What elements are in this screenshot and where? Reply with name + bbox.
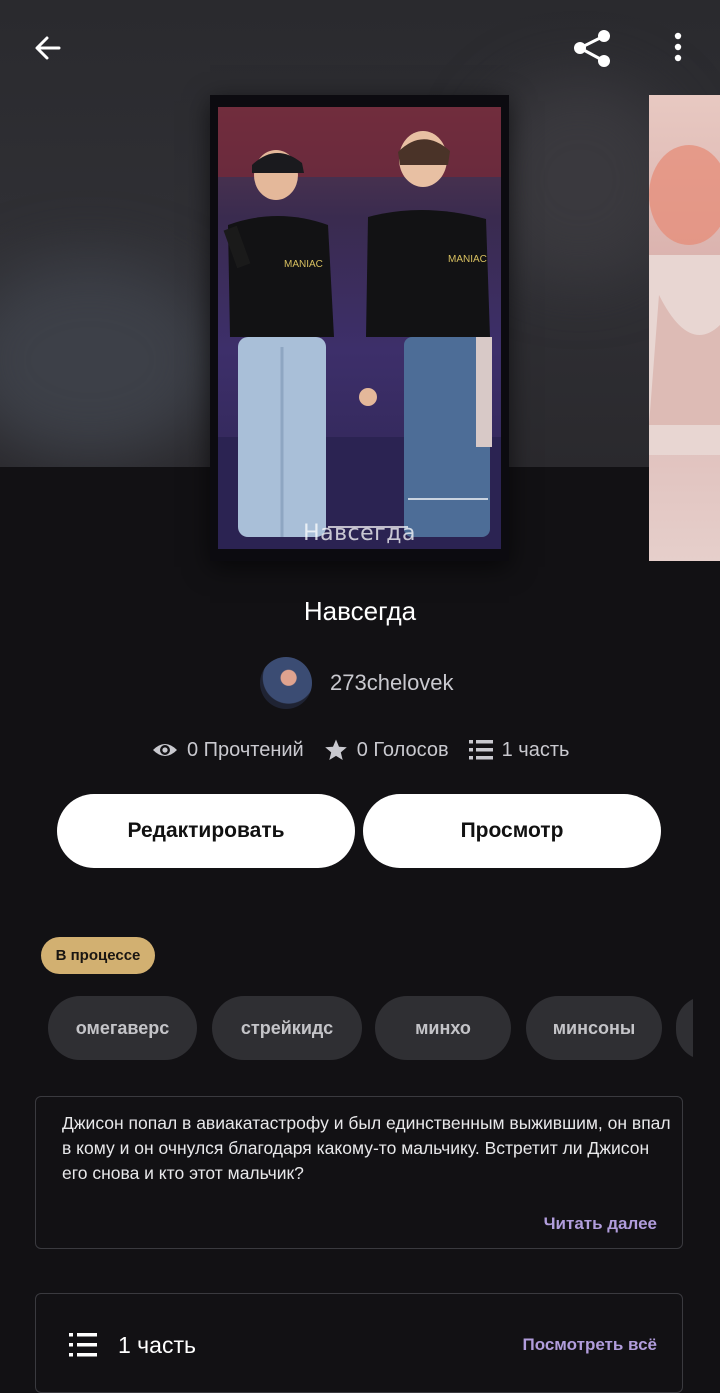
share-button[interactable] [568,24,616,72]
tag-chip-partial[interactable] [676,996,693,1060]
tag-chip[interactable]: омегаверс [48,996,197,1060]
story-title: Навсегда [303,596,417,626]
votes-stat: 0 Голосов [324,738,449,762]
parts-stat: 1 часть [468,738,570,762]
back-button[interactable] [26,26,70,70]
svg-text:MANIAC: MANIAC [448,254,487,265]
parts-card[interactable]: 1 часть Посмотреть всё [35,1293,683,1393]
read-more-link[interactable]: Читать далее [544,1214,657,1234]
tag-chip[interactable]: стрейкидс [212,996,362,1060]
votes-count: 0 Голосов [356,738,449,761]
reads-stat: 0 Прочтений [152,739,304,762]
preview-button[interactable]: Просмотр [363,794,661,868]
description-card: Джисон попал в авиакатастрофу и был един… [35,1096,683,1249]
share-icon [574,30,610,67]
list-icon [69,1333,97,1357]
eye-icon [153,744,177,756]
star-icon [324,739,347,760]
more-options-button[interactable] [658,24,698,70]
parts-label: 1 часть [118,1332,196,1358]
tag-chip[interactable]: минсоны [526,996,662,1060]
tag-list: омегаверс стрейкидс минхо минсоны [48,996,693,1060]
author-link[interactable]: 273chelovek [260,657,454,709]
cover-image: MANIAC MANIAC Навсегда [218,107,501,549]
next-cover-illustration [649,145,720,455]
cover-illustration: MANIAC MANIAC [218,107,501,549]
list-icon [468,740,493,760]
story-cover[interactable]: MANIAC MANIAC Навсегда [210,95,509,561]
status-badge: В процессе [41,937,155,974]
description-text: Джисон попал в авиакатастрофу и был един… [62,1113,671,1183]
more-vertical-icon [674,32,682,62]
see-all-link[interactable]: Посмотреть всё [522,1335,657,1355]
parts-count: 1 часть [501,738,570,761]
edit-button[interactable]: Редактировать [57,794,355,868]
story-stats: 0 Прочтений 0 Голосов 1 часть [152,738,589,762]
cover-caption: Навсегда [303,521,416,546]
arrow-left-icon [35,36,61,60]
reads-count: 0 Прочтений [187,738,304,761]
tag-chip[interactable]: минхо [375,996,511,1060]
avatar[interactable] [260,657,312,709]
author-name[interactable]: 273chelovek [330,670,454,696]
svg-text:MANIAC: MANIAC [284,259,323,270]
next-story-cover[interactable] [649,95,720,561]
